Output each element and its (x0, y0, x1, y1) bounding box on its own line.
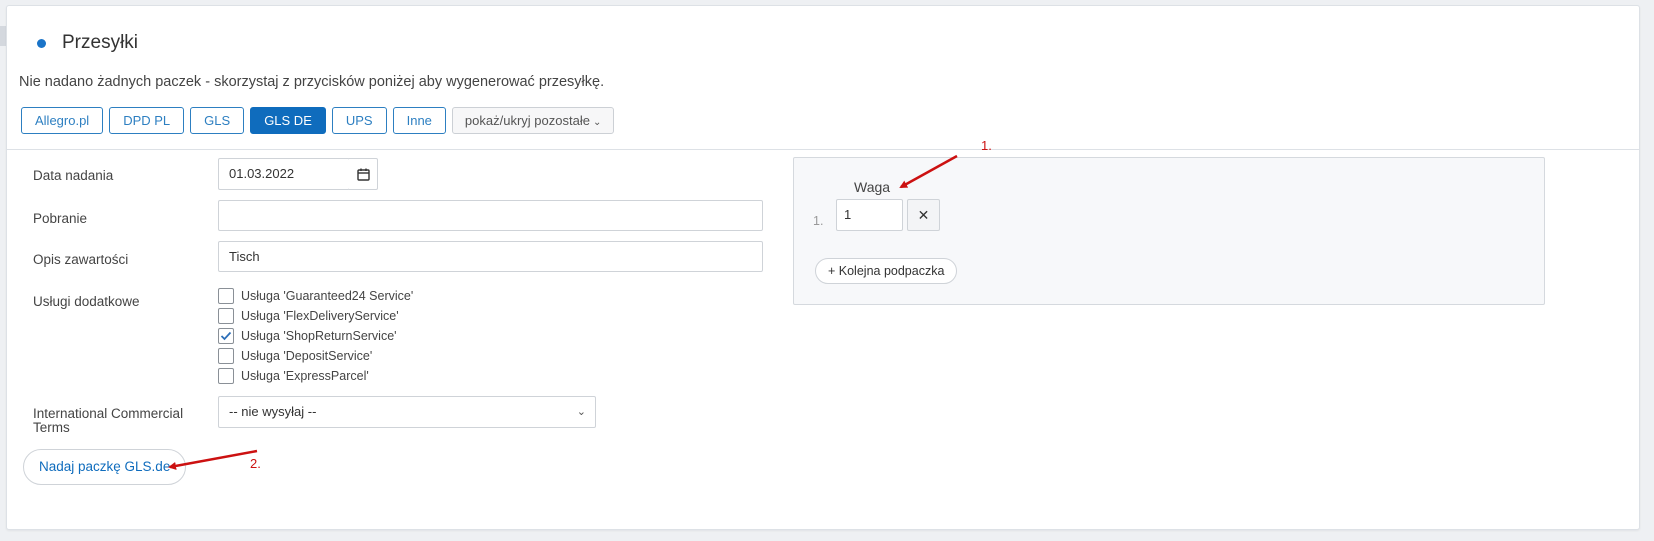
annotation-arrow-2 (168, 449, 258, 470)
annotation-arrows (168, 154, 958, 470)
annotation-arrow-1 (899, 154, 958, 189)
shipments-card: Przesyłki Nie nadano żadnych paczek - sk… (6, 5, 1640, 530)
